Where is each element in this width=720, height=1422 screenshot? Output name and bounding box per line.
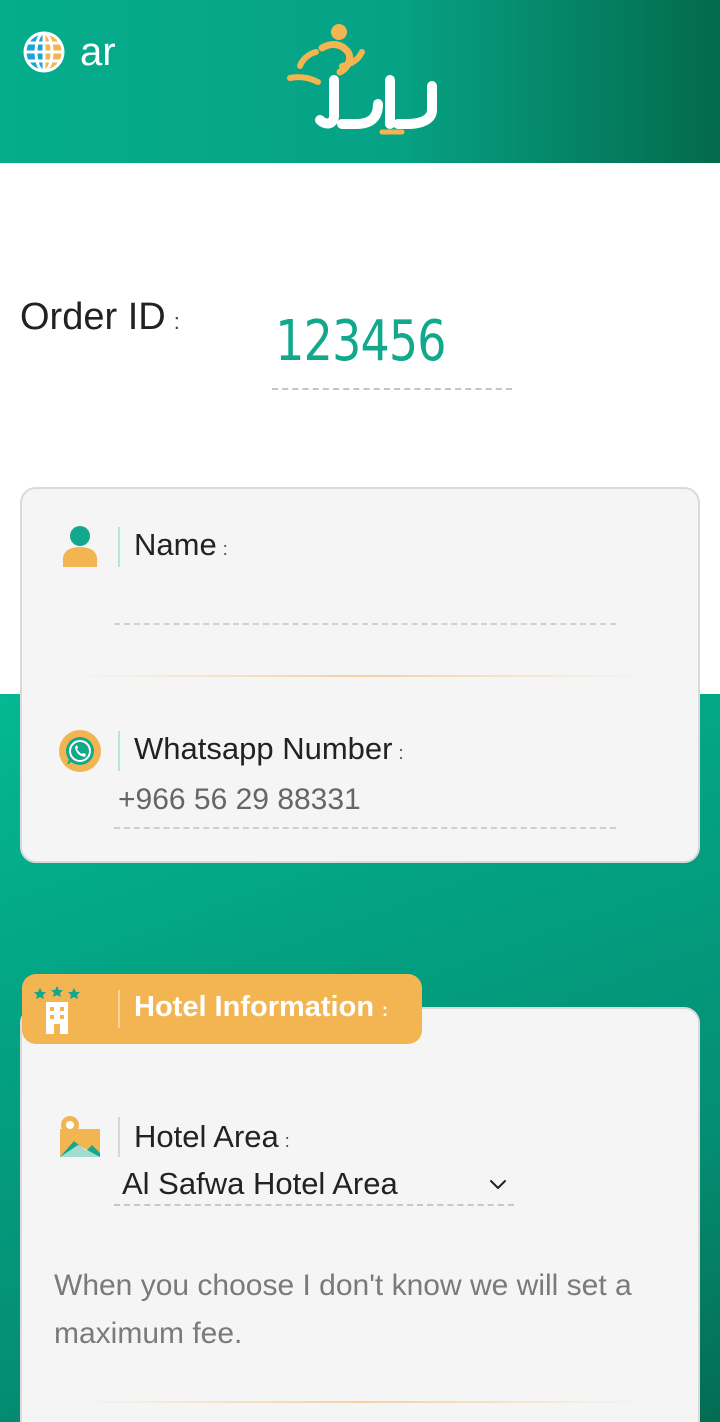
whatsapp-colon: : (398, 743, 404, 763)
hotel-area-selected: Al Safwa Hotel Area (122, 1166, 398, 1201)
hotel-area-label-text: Hotel Area (134, 1119, 279, 1154)
order-id-colon: : (173, 309, 180, 334)
section-divider (72, 675, 652, 677)
divider-bar (118, 1117, 120, 1157)
app-header: ar (0, 0, 720, 163)
hotel-area-select[interactable]: Al Safwa Hotel Area (114, 1164, 514, 1206)
order-id-row: Order ID: (20, 296, 180, 339)
whatsapp-icon (59, 730, 101, 772)
contact-card: Name: Whatsapp Number: +966 56 29 88331 (20, 487, 700, 863)
language-switch[interactable]: ar (22, 30, 116, 74)
hotel-info-colon: : (382, 1000, 389, 1020)
user-icon (63, 526, 97, 567)
order-id-value: 123456 (275, 309, 446, 374)
hotel-card: Hotel Area: (20, 1007, 700, 1422)
hotel-area-label: Hotel Area: (134, 1119, 290, 1155)
whatsapp-label-text: Whatsapp Number (134, 731, 393, 766)
whatsapp-input[interactable]: +966 56 29 88331 (114, 779, 616, 829)
section-divider (72, 1401, 652, 1403)
whatsapp-value: +966 56 29 88331 (118, 783, 361, 816)
map-pin-icon (60, 1116, 100, 1157)
order-id-field: 123456 (272, 306, 512, 390)
chevron-down-icon (490, 1180, 506, 1189)
name-colon: : (222, 539, 228, 559)
hotel-info-tab: Hotel Information: (22, 974, 422, 1044)
order-id-label: Order ID (20, 296, 166, 338)
hotel-area-colon: : (284, 1131, 290, 1151)
hotel-icon (34, 986, 80, 1034)
divider-bar (118, 990, 120, 1028)
language-label: ar (80, 30, 116, 74)
hotel-fee-note: When you choose I don't know we will set… (54, 1269, 632, 1350)
hotel-info-title: Hotel Information: (134, 991, 388, 1024)
hotel-info-title-text: Hotel Information (134, 991, 375, 1023)
name-label: Name: (134, 527, 228, 563)
name-label-text: Name (134, 527, 217, 562)
divider-bar (118, 527, 120, 567)
globe-icon (23, 31, 65, 73)
name-input[interactable] (114, 623, 616, 625)
whatsapp-label: Whatsapp Number: (134, 731, 403, 767)
divider-bar (118, 731, 120, 771)
logo (287, 24, 437, 135)
